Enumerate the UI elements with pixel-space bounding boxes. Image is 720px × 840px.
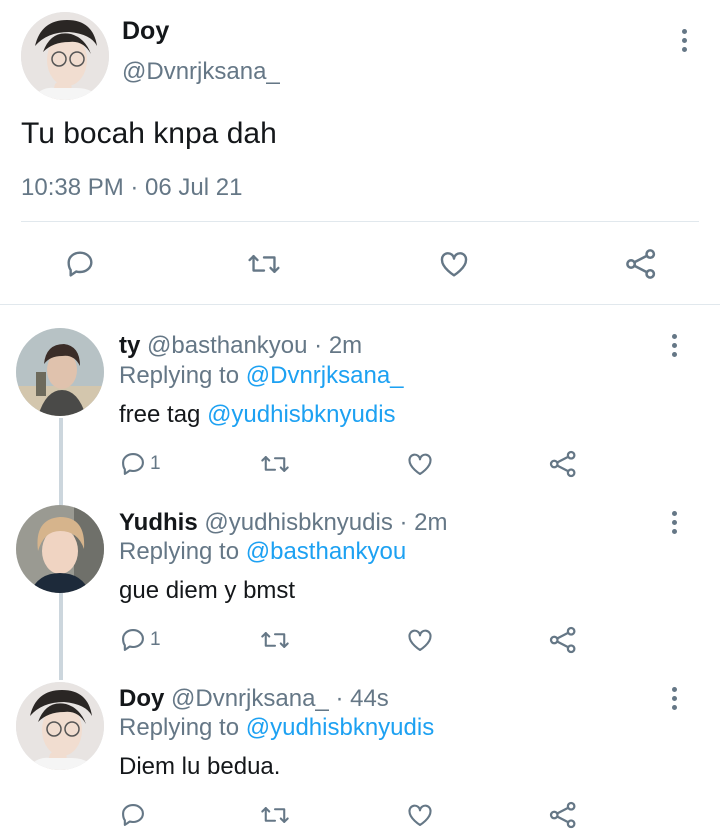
reply-2-share-button[interactable] <box>548 625 578 655</box>
reply-2-retweet-button[interactable] <box>260 626 290 654</box>
reply-2-age: · 2m <box>399 509 448 536</box>
main-share-button[interactable] <box>624 247 658 281</box>
share-icon <box>548 625 578 655</box>
reply-3-more-icon[interactable] <box>668 683 680 713</box>
reply-1-avatar[interactable] <box>16 328 104 416</box>
reply-2-header: Yudhis @yudhisbknyudis · 2m <box>119 507 448 539</box>
reply-3-header: Doy @Dvnrjksana_ · 44s <box>119 683 389 715</box>
reply-1-header: ty @basthankyou · 2m <box>119 330 362 362</box>
main-tweet-more-icon[interactable] <box>678 25 690 55</box>
reply-1-mention-link[interactable]: @yudhisbknyudis <box>207 401 395 428</box>
main-like-button[interactable] <box>437 248 471 280</box>
reply-2-text: gue diem y bmst <box>119 577 296 604</box>
reply-2-display-name[interactable]: Yudhis <box>119 509 198 536</box>
reply-2-reply-count: 1 <box>150 629 161 650</box>
reply-3-replying-to-link[interactable]: @yudhisbknyudis <box>246 714 434 741</box>
reply-1-handle[interactable]: @basthankyou <box>147 332 307 359</box>
reply-1-reply-button[interactable]: 1 <box>119 450 161 478</box>
reply-2-replying-prefix: Replying to <box>119 538 240 565</box>
reply-2-handle[interactable]: @yudhisbknyudis <box>204 509 392 536</box>
reply-3-age: · 44s <box>335 685 389 712</box>
reply-1-like-button[interactable] <box>405 450 435 478</box>
main-retweet-button[interactable] <box>247 248 281 280</box>
reply-icon <box>119 626 147 654</box>
like-icon <box>405 450 435 478</box>
reply-1-reply-count: 1 <box>150 453 161 474</box>
main-tweet-text: Tu bocah knpa dah <box>21 117 277 150</box>
reply-1-display-name[interactable]: ty <box>119 332 140 359</box>
main-tweet-avatar[interactable] <box>21 12 109 100</box>
reply-1-replying-prefix: Replying to <box>119 362 240 389</box>
share-icon <box>548 449 578 479</box>
main-tweet-timestamp: 10:38 PM · 06 Jul 21 <box>21 174 243 201</box>
reply-2-replying-to-link[interactable]: @basthankyou <box>246 538 406 565</box>
retweet-icon <box>247 248 281 280</box>
retweet-icon <box>260 626 290 654</box>
share-icon <box>624 247 658 281</box>
reply-3-handle[interactable]: @Dvnrjksana_ <box>171 685 329 712</box>
reply-3-reply-button[interactable] <box>119 801 150 829</box>
reply-1-retweet-button[interactable] <box>260 450 290 478</box>
main-tweet-handle[interactable]: @Dvnrjksana_ <box>122 56 280 88</box>
reply-1-text-prefix: free tag <box>119 401 201 428</box>
reply-icon <box>119 450 147 478</box>
share-icon <box>548 800 578 830</box>
reply-1-replying-to-link[interactable]: @Dvnrjksana_ <box>246 362 404 389</box>
section-divider <box>0 304 720 305</box>
reply-3-replying-line: Replying to @yudhisbknyudis <box>119 712 434 744</box>
reply-icon <box>119 801 147 829</box>
reply-3-text: Diem lu bedua. <box>119 753 281 780</box>
reply-2-avatar[interactable] <box>16 505 104 593</box>
reply-1-age: · 2m <box>314 332 363 359</box>
retweet-icon <box>260 450 290 478</box>
reply-3-like-button[interactable] <box>405 801 435 829</box>
reply-icon <box>64 248 96 280</box>
reply-2-more-icon[interactable] <box>668 507 680 537</box>
main-reply-button[interactable] <box>64 248 96 280</box>
reply-1-share-button[interactable] <box>548 449 578 479</box>
reply-2-like-button[interactable] <box>405 626 435 654</box>
reply-3-share-button[interactable] <box>548 800 578 830</box>
reply-1-more-icon[interactable] <box>668 330 680 360</box>
like-icon <box>437 248 471 280</box>
reply-1-replying-line: Replying to @Dvnrjksana_ <box>119 360 404 392</box>
reply-3-retweet-button[interactable] <box>260 801 290 829</box>
retweet-icon <box>260 801 290 829</box>
reply-2-replying-line: Replying to @basthankyou <box>119 536 406 568</box>
reply-3-replying-prefix: Replying to <box>119 714 240 741</box>
reply-1-text: free tag @yudhisbknyudis <box>119 399 396 431</box>
reply-3-avatar[interactable] <box>16 682 104 770</box>
reply-2-reply-button[interactable]: 1 <box>119 626 161 654</box>
reply-3-display-name[interactable]: Doy <box>119 685 164 712</box>
like-icon <box>405 801 435 829</box>
main-tweet-divider <box>21 221 699 222</box>
main-tweet-display-name[interactable]: Doy <box>122 15 169 47</box>
like-icon <box>405 626 435 654</box>
